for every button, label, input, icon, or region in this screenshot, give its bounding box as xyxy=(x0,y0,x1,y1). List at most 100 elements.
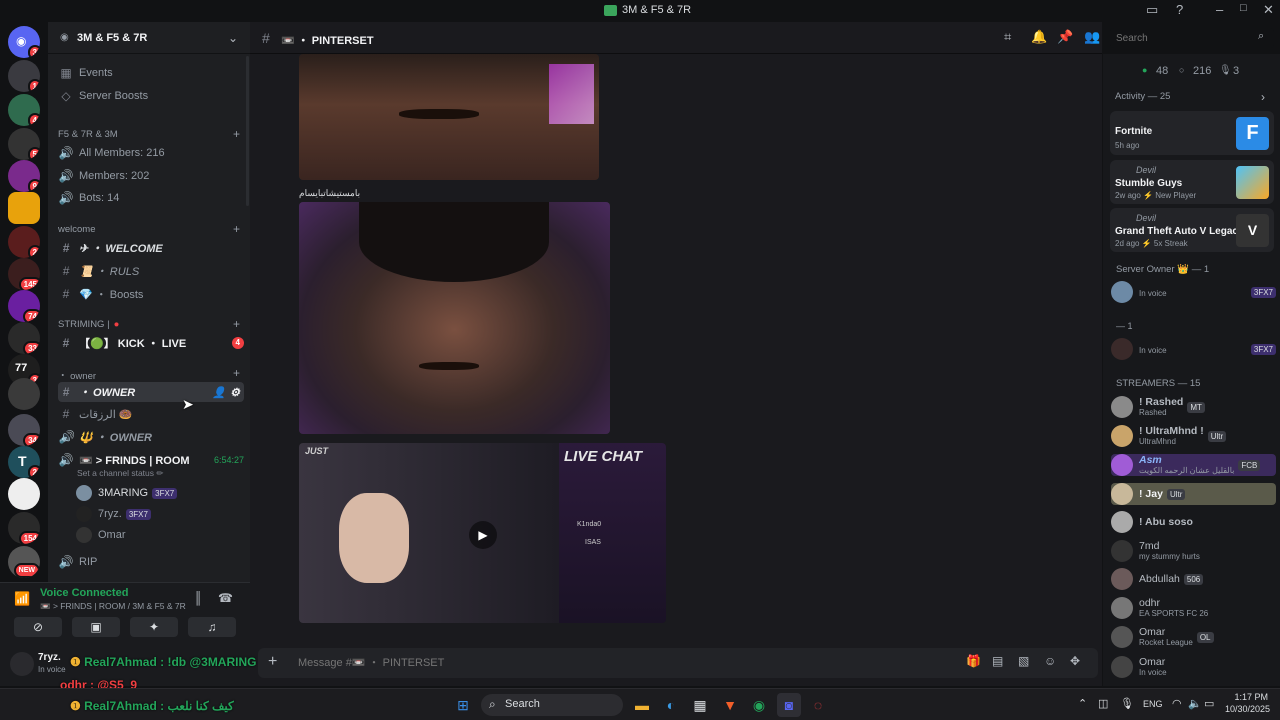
video-embed[interactable]: JUST LIVE CHAT K1nda0 ISAS ▶ xyxy=(299,443,666,623)
search-icon[interactable]: ⌕ xyxy=(1258,30,1264,43)
channel-boosts[interactable]: # 💎 ・ Boosts xyxy=(58,284,244,304)
server-icon[interactable] xyxy=(8,478,40,510)
channel-status[interactable]: Set a channel status ✏ xyxy=(77,468,164,479)
help-icon[interactable]: ? xyxy=(1176,2,1183,17)
activities-button[interactable]: ✦ xyxy=(130,617,178,637)
channel-rip[interactable]: 🔊 RIP xyxy=(58,552,244,572)
member-item[interactable]: ! UltraMhnd ! UltraMhnd Ultr xyxy=(1111,425,1276,447)
sticker-icon[interactable]: ▧ xyxy=(1018,654,1029,668)
camera-button[interactable]: ⊘ xyxy=(14,617,62,637)
member-owner[interactable]: In voice 3FX7 xyxy=(1111,281,1276,303)
store-icon[interactable]: ▦ xyxy=(688,693,712,717)
activity-header[interactable]: Activity — 25 xyxy=(1115,91,1170,102)
voice-subtitle[interactable]: 📼 > FRINDS | ROOM / 3M & F5 & 7R xyxy=(40,601,186,612)
add-channel-icon[interactable]: + xyxy=(233,222,240,236)
chat-image[interactable] xyxy=(299,202,610,434)
chevron-down-icon[interactable]: ⌄ xyxy=(228,31,238,45)
server-icon[interactable]: 145 xyxy=(8,258,40,290)
start-icon[interactable]: ⊞ xyxy=(451,693,475,717)
scrollbar[interactable] xyxy=(246,56,249,206)
bell-icon[interactable]: 🔔 xyxy=(1031,29,1047,45)
channel-ruls[interactable]: # 📜 ・ RULS xyxy=(58,261,244,281)
server-icon[interactable] xyxy=(8,192,40,224)
member-item[interactable]: odhr EA SPORTS FC 26 xyxy=(1111,597,1276,619)
channel-bots[interactable]: 🔊 Bots: 14 xyxy=(58,188,244,208)
category-owner[interactable]: ・ owner xyxy=(58,368,96,382)
user-avatar[interactable] xyxy=(10,652,34,676)
channel-all-members[interactable]: 🔊 All Members: 216 xyxy=(58,143,244,163)
tray-chevron-icon[interactable]: ⌃ xyxy=(1078,697,1087,710)
signal-icon[interactable]: 📶 xyxy=(14,591,30,607)
member-item[interactable]: Omar Rocket League OL xyxy=(1111,626,1276,648)
taskbar-search[interactable]: ⌕ Search xyxy=(481,694,623,716)
channel-kick-live[interactable]: # 【🟢】 KICK ・ LIVE 4 xyxy=(58,333,244,353)
server-icon[interactable]: 4 xyxy=(8,94,40,126)
clock-time[interactable]: 1:17 PM xyxy=(1222,692,1268,702)
screenshare-button[interactable]: ▣ xyxy=(72,617,120,637)
member-item[interactable]: Asm بالقليل عشان الرحمه الكويت FCB xyxy=(1111,454,1276,476)
search-input[interactable] xyxy=(1116,31,1246,45)
server-icon[interactable]: T2 xyxy=(8,446,40,478)
member-item[interactable]: Abdullah 506 xyxy=(1111,568,1276,590)
server-icon[interactable]: 33 xyxy=(8,322,40,354)
volume-icon[interactable]: 🔈 xyxy=(1188,697,1202,710)
chrome-icon[interactable]: ◉ xyxy=(747,693,771,717)
server-boosts-item[interactable]: ◇ Server Boosts xyxy=(58,86,244,106)
pin-icon[interactable]: 📌 xyxy=(1057,29,1073,45)
play-button[interactable]: ▶ xyxy=(469,521,497,549)
server-icon[interactable]: 154 xyxy=(8,512,40,544)
member-item[interactable]: Omar In voice xyxy=(1111,656,1276,678)
member-item[interactable]: ! Jay Ultr xyxy=(1111,483,1276,505)
server-icon[interactable]: 34 xyxy=(8,414,40,446)
app-icon[interactable]: ◌ xyxy=(806,693,830,717)
home-button[interactable]: ◉ 3 xyxy=(8,26,40,58)
channel-frinds-room[interactable]: 🔊 📼 > FRINDS | ROOM 6:54:27 xyxy=(58,450,244,470)
invite-icon[interactable]: 👤 xyxy=(212,386,226,399)
apps-icon[interactable]: ✥ xyxy=(1070,654,1080,668)
upload-plus-icon[interactable]: + xyxy=(268,653,277,671)
gear-icon[interactable]: ⚙ xyxy=(230,386,240,399)
battery-icon[interactable]: ▭ xyxy=(1204,697,1214,710)
maximize-button[interactable]: □ xyxy=(1240,2,1247,14)
channel-welcome[interactable]: # ✈ ・ WELCOME xyxy=(58,238,244,258)
disconnect-icon[interactable]: ☎ xyxy=(218,591,233,605)
add-channel-icon[interactable]: + xyxy=(233,317,240,331)
brave-icon[interactable]: ▼ xyxy=(718,693,742,717)
member-booster[interactable]: In voice 3FX7 xyxy=(1111,338,1276,360)
voice-user-3maring[interactable]: 3MARING 3FX7 xyxy=(76,483,236,503)
member-item[interactable]: 7md my stummy hurts xyxy=(1111,540,1276,562)
file-explorer-icon[interactable]: ▬ xyxy=(630,693,654,717)
minimize-button[interactable]: – xyxy=(1216,2,1223,17)
member-item[interactable]: ! Abu soso xyxy=(1111,511,1276,533)
member-item[interactable]: ! Rashed Rashed MT xyxy=(1111,396,1276,418)
activity-card[interactable]: Fortnite 5h ago F xyxy=(1110,111,1274,155)
noise-suppression-icon[interactable]: ║ xyxy=(194,591,203,605)
server-icon[interactable]: 5 xyxy=(8,128,40,160)
server-icon[interactable]: 2 xyxy=(8,226,40,258)
chat-image[interactable] xyxy=(299,54,599,180)
member-list-icon[interactable]: 👥 xyxy=(1084,29,1100,45)
category-f5[interactable]: F5 & 7R & 3M xyxy=(58,129,118,140)
threads-icon[interactable]: ⌗ xyxy=(1004,29,1011,45)
activity-card[interactable]: Devil Stumble Guys 2w ago ⚡ New Player xyxy=(1110,160,1274,204)
gift-icon[interactable]: 🎁 xyxy=(966,654,981,668)
server-icon[interactable] xyxy=(8,378,40,410)
gif-icon[interactable]: ▤ xyxy=(992,654,1003,668)
discord-icon[interactable]: ◙ xyxy=(777,693,801,717)
chevron-right-icon[interactable]: › xyxy=(1261,90,1265,104)
wifi-icon[interactable]: ◠ xyxy=(1172,697,1182,710)
channel-members[interactable]: 🔊 Members: 202 xyxy=(58,166,244,186)
add-channel-icon[interactable]: + xyxy=(233,366,240,380)
server-icon[interactable]: 9 xyxy=(8,160,40,192)
soundboard-button[interactable]: ♫ xyxy=(188,617,236,637)
language-indicator[interactable]: ENG xyxy=(1143,699,1163,709)
voice-user-omar[interactable]: Omar xyxy=(76,525,236,545)
voice-user-7ryz[interactable]: 7ryz. 3FX7 xyxy=(76,504,236,524)
server-header[interactable]: ◉ 3M & F5 & 7R ⌄ xyxy=(48,22,250,54)
tray-app-icon[interactable]: ◫ xyxy=(1098,697,1108,710)
channel-owner-voice[interactable]: 🔊 🔱 ・ OWNER xyxy=(58,427,244,447)
activity-card[interactable]: Devil Grand Theft Auto V Legacy 2d ago ⚡… xyxy=(1110,208,1274,252)
emoji-icon[interactable]: ☺ xyxy=(1044,654,1056,668)
server-icon[interactable]: 1 xyxy=(8,60,40,92)
category-welcome[interactable]: welcome xyxy=(58,224,96,235)
